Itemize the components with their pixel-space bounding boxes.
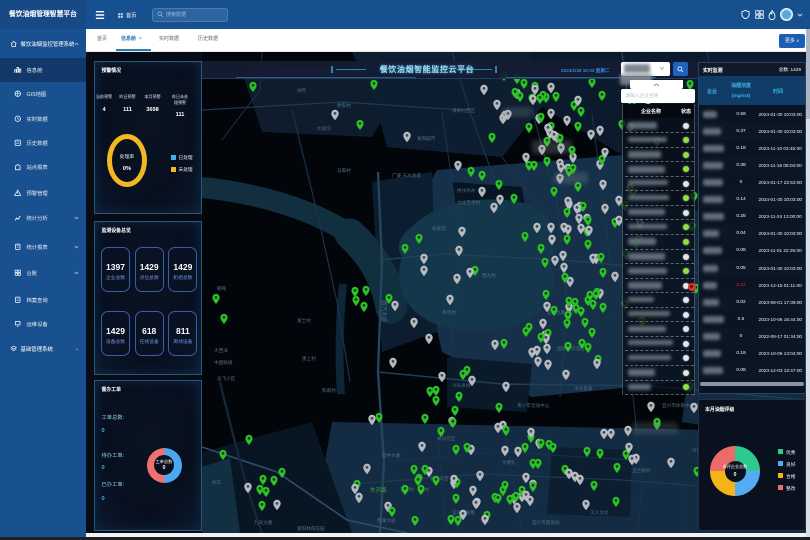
svg-text:西汽大道: 西汽大道 xyxy=(380,300,388,323)
svg-text:闸弄: 闸弄 xyxy=(297,87,307,94)
svg-text:依家苑: 依家苑 xyxy=(432,225,446,232)
svg-text:兴头条坊: 兴头条坊 xyxy=(452,382,471,389)
svg-text:西湖大道: 西湖大道 xyxy=(377,517,396,524)
svg-text:九天大厦: 九天大厦 xyxy=(254,519,273,526)
svg-text:海泉村西区: 海泉村西区 xyxy=(452,107,475,114)
svg-text:中国联通: 中国联通 xyxy=(214,359,233,366)
svg-text:软件大厦: 软件大厦 xyxy=(382,452,401,459)
svg-text:青年村: 青年村 xyxy=(442,309,456,316)
svg-text:宜兴市建设局: 宜兴市建设局 xyxy=(532,519,560,526)
svg-text:墨上村: 墨上村 xyxy=(302,355,316,361)
svg-text:富士村: 富士村 xyxy=(297,317,311,324)
svg-text:青少年活动中心: 青少年活动中心 xyxy=(517,402,550,409)
svg-text:岳飞小区: 岳飞小区 xyxy=(217,375,236,382)
svg-text:水道沟: 水道沟 xyxy=(317,125,331,132)
svg-text:宜兴市体育中心: 宜兴市体育中心 xyxy=(662,402,695,409)
svg-text:西九村: 西九村 xyxy=(482,272,496,279)
svg-text:大西洋: 大西洋 xyxy=(214,347,228,354)
svg-text:富阳超市: 富阳超市 xyxy=(417,135,436,142)
svg-text:陶家村: 陶家村 xyxy=(322,387,336,394)
svg-text:东河路: 东河路 xyxy=(370,486,387,494)
svg-text:关以元庄: 关以元庄 xyxy=(437,435,456,442)
svg-text:胖家村: 胖家村 xyxy=(337,102,351,109)
svg-text:文化艺术村: 文化艺术村 xyxy=(457,199,480,206)
svg-text:马家村: 马家村 xyxy=(337,167,351,174)
svg-text:文明礼: 文明礼 xyxy=(502,459,516,466)
svg-text:杭州水木: 杭州水木 xyxy=(457,187,476,194)
svg-text:广厦 天水龙城: 广厦 天水龙城 xyxy=(392,172,421,179)
svg-text:富阳林荫花园: 富阳林荫花园 xyxy=(297,525,325,532)
svg-text:体东: 体东 xyxy=(212,479,222,486)
svg-text:玉兰新村: 玉兰新村 xyxy=(632,467,651,474)
svg-text:工人文化: 工人文化 xyxy=(590,509,609,516)
svg-text:冷冻批发: 冷冻批发 xyxy=(574,385,593,392)
